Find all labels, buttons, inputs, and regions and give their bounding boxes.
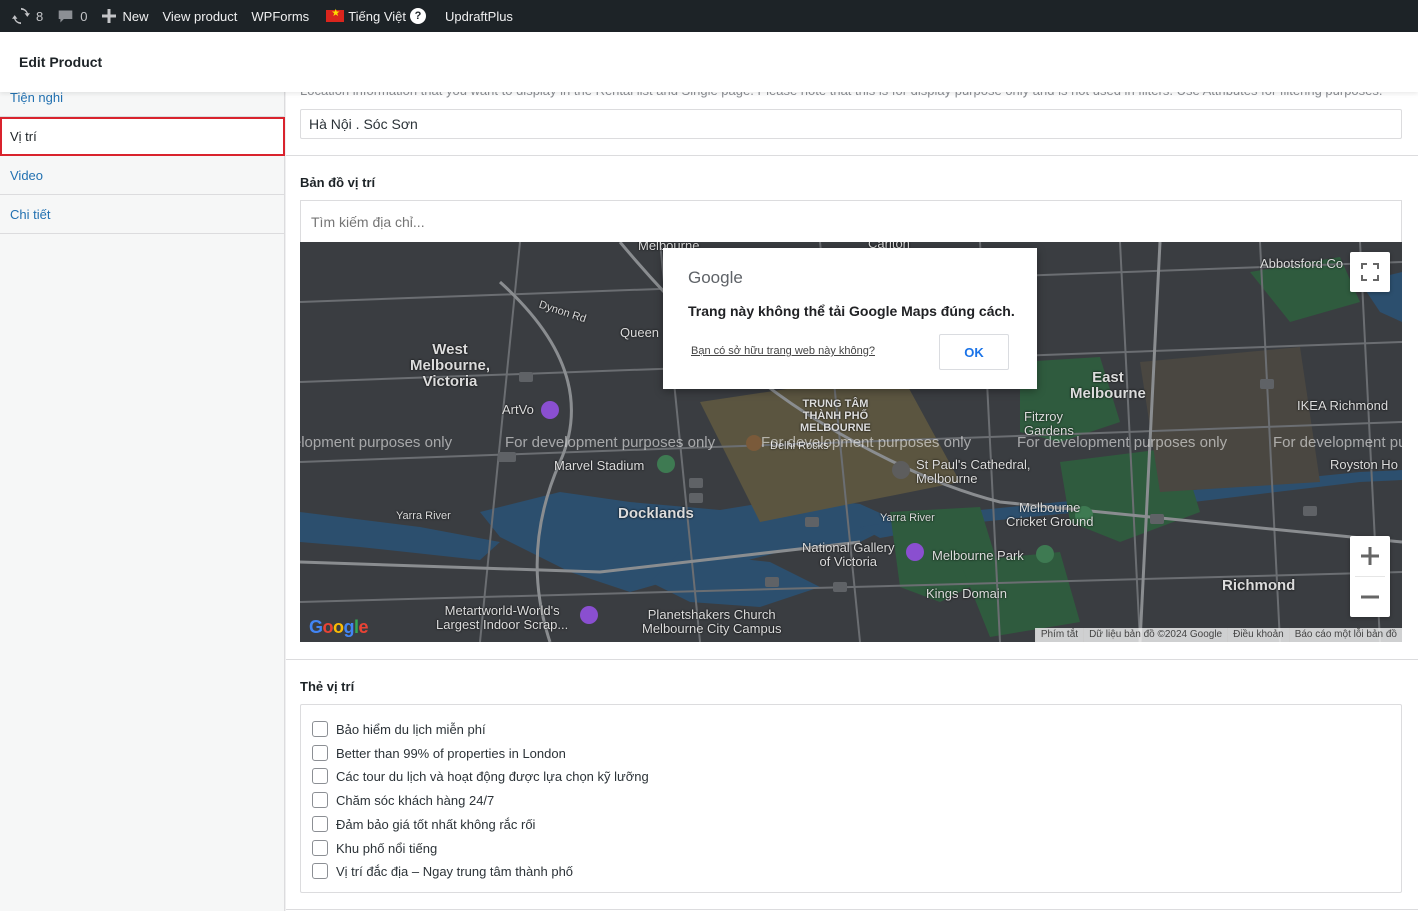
fullscreen-icon [1361,256,1379,288]
new-label: New [122,8,149,24]
tag-option[interactable]: Bảo hiểm du lịch miễn phí [312,721,486,737]
updraftplus-link[interactable]: UpdraftPlus [433,0,520,32]
tag-option[interactable]: Better than 99% of properties in London [312,745,566,761]
map-place-label: West Melbourne, Victoria [410,341,491,390]
owner-help-link[interactable]: Bạn có sở hữu trang web này không? [691,345,875,357]
map-attribution: Phím tắt Dữ liệu bản đồ ©2024 Google Điề… [1034,628,1402,642]
address-input[interactable] [300,109,1402,139]
plus-icon [101,8,117,24]
product-data-tabs: Tiện nghi Vị trí Video Chi tiết [0,78,285,911]
updates-item[interactable]: 8 [0,0,50,32]
report-error-link[interactable]: Báo cáo một lỗi bản đồ [1288,628,1402,642]
comments-count: 0 [80,8,88,24]
tag-label: Đảm bảo giá tốt nhất không rắc rối [336,816,536,832]
map-label: Bản đồ vị trí [300,175,376,190]
divider [286,155,1418,156]
location-map[interactable]: West Melbourne, Victoria East Melbourne … [300,242,1402,642]
tag-option[interactable]: Chăm sóc khách hàng 24/7 [312,792,494,808]
checkbox[interactable] [312,721,328,737]
language-label: Tiếng Việt [348,8,407,24]
dev-watermark: For development purposes only [300,434,453,451]
map-place-label: Melbourne Cricket Ground [1006,500,1094,529]
sidebar-item-details[interactable]: Chi tiết [0,195,285,234]
checkbox[interactable] [312,792,328,808]
error-message: Trang này không thể tải Google Maps đúng… [688,303,1015,319]
sidebar-item-video[interactable]: Video [0,156,285,195]
tag-label: Bảo hiểm du lịch miễn phí [336,721,486,737]
map-place-label: IKEA Richmond [1297,398,1389,413]
divider [286,909,1418,910]
zoom-controls [1350,536,1390,617]
minus-icon [1361,595,1379,599]
google-map-logo: Google [309,617,369,637]
edit-header: Edit Product [0,32,1418,92]
wpforms-link[interactable]: WPForms [244,0,316,32]
page-title: Edit Product [19,54,103,70]
updates-icon [12,7,30,25]
map-place-label: Abbotsford Co [1260,256,1344,271]
tag-option[interactable]: Đảm bảo giá tốt nhất không rắc rối [312,816,535,832]
map-street-label: Yarra River [396,510,451,522]
checkbox[interactable] [312,816,328,832]
map-place-label: Melbourne Park [932,548,1024,563]
map-place-label: East Melbourne [1070,369,1146,402]
map-place-label: Metartworld-World's Largest Indoor Scrap… [436,603,569,632]
fullscreen-button[interactable] [1350,252,1390,292]
tag-option[interactable]: Các tour du lịch và hoạt động được lựa c… [312,768,649,784]
location-panel: Location information that you want to di… [286,78,1418,911]
dev-watermark: For development purposes only [1273,434,1402,451]
maps-error-dialog: Google Trang này không thể tải Google Ma… [663,248,1037,389]
keyboard-shortcuts-link[interactable]: Phím tắt [1034,628,1083,642]
map-place-label: St Paul's Cathedral, Melbourne [916,457,1031,486]
map-place-label: Docklands [618,505,694,522]
map-place-label: Queen [620,325,660,340]
admin-bar: 8 0 New View product WPForms Tiếng Việt … [0,0,1418,32]
dev-watermark: For development purposes only [505,434,716,451]
zoom-out-button[interactable] [1350,577,1390,617]
tag-option[interactable]: Khu phố nổi tiếng [312,840,437,856]
vietnam-flag-icon [326,8,345,22]
tag-label: Khu phố nổi tiếng [336,840,438,856]
plus-icon [1361,547,1379,565]
sidebar-item-location[interactable]: Vị trí [0,117,285,156]
tag-label: Better than 99% of properties in London [336,745,566,761]
zoom-in-button[interactable] [1350,536,1390,576]
map-place-label: Marvel Stadium [554,458,645,473]
divider [286,659,1418,660]
dev-watermark: For development purposes only [1017,434,1228,451]
tag-label: Vị trí đắc địa – Ngay trung tâm thành ph… [336,863,574,879]
checkbox[interactable] [312,840,328,856]
map-place-label: TRUNG TÂM THÀNH PHỐ MELBOURNE [800,398,871,434]
map-data-credit: Dữ liệu bản đồ ©2024 Google [1083,628,1227,642]
updates-count: 8 [36,8,44,24]
map-place-label: Richmond [1222,577,1296,594]
location-tags-label: Thẻ vị trí [300,679,355,694]
dev-watermark: For development purposes only [761,434,972,451]
map-place-label: ArtVo [502,402,534,417]
location-tags-list: Bảo hiểm du lịch miễn phí Better than 99… [300,704,1402,893]
comments-item[interactable]: 0 [50,0,94,32]
tag-label: Các tour du lịch và hoạt động được lựa c… [336,768,649,784]
terms-link[interactable]: Điều khoản [1227,628,1289,642]
checkbox[interactable] [312,768,328,784]
map-place-label: Planetshakers Church Melbourne City Camp… [642,607,782,636]
map-street-label: Yarra River [880,512,935,524]
dialog-ok-button[interactable]: OK [939,334,1009,370]
comment-icon [57,8,74,25]
new-item[interactable]: New [94,0,155,32]
checkbox[interactable] [312,863,328,879]
help-icon[interactable]: ? [410,8,427,24]
map-place-label: National Gallery of Victoria [802,540,895,569]
map-place-label: Kings Domain [926,586,1007,601]
checkbox[interactable] [312,745,328,761]
google-logo: Google [688,268,743,287]
tag-option[interactable]: Vị trí đắc địa – Ngay trung tâm thành ph… [312,863,573,879]
map-place-label: Royston Ho [1330,457,1398,472]
language-switcher[interactable]: Tiếng Việt ? [316,0,433,32]
map-search-input[interactable] [300,200,1402,242]
tag-label: Chăm sóc khách hàng 24/7 [336,792,495,808]
view-product-link[interactable]: View product [155,0,244,32]
